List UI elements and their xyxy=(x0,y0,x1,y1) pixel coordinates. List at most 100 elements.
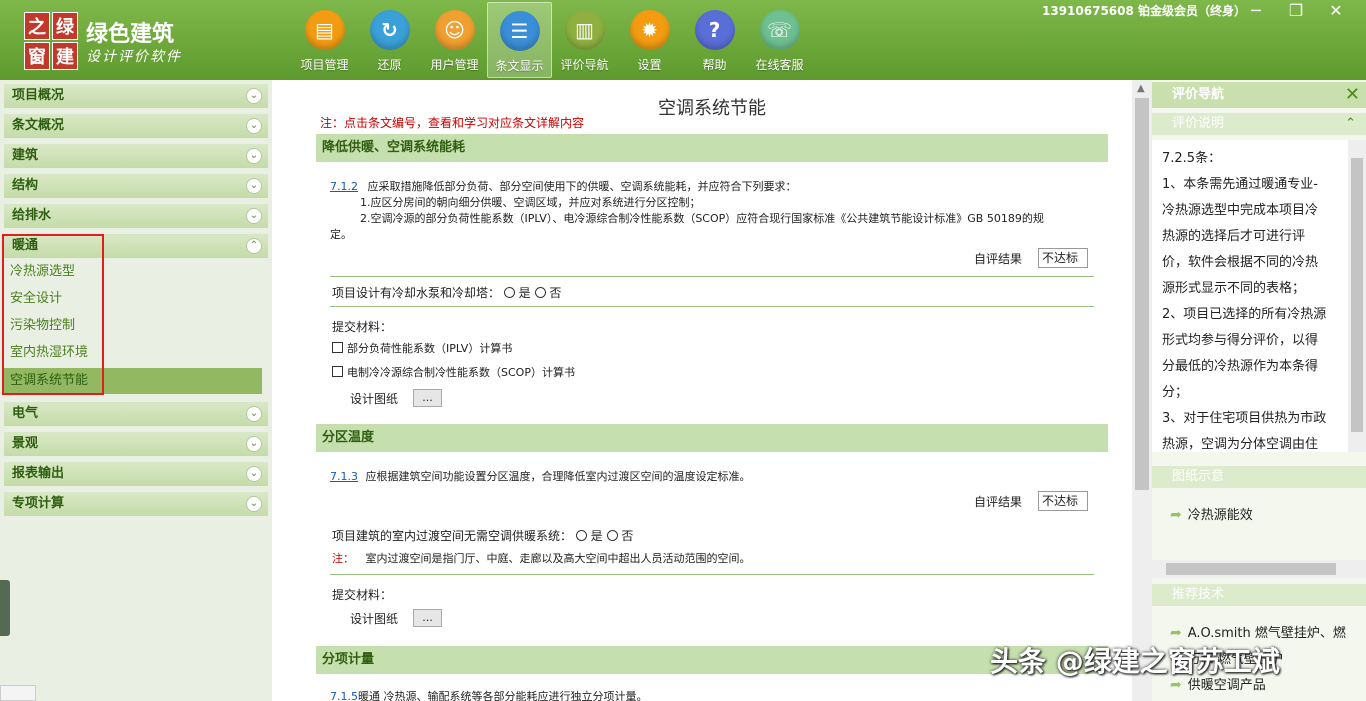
toolbar-button[interactable]: ▥ 评价导航 xyxy=(552,2,617,78)
divider xyxy=(330,306,1094,307)
scroll-thumb[interactable] xyxy=(1351,158,1363,432)
desc-line: 1、本条需先通过暖通专业- xyxy=(1162,177,1318,192)
toolbar-label: 条文显示 xyxy=(495,59,544,73)
radio-yes[interactable] xyxy=(503,287,515,298)
side-drag-handle[interactable] xyxy=(0,580,10,636)
close-icon[interactable]: ✕ xyxy=(1345,82,1360,108)
main-content: 空调系统节能 注：点击条文编号，查看和学习对应条文详解内容 降低供暖、空调系统能… xyxy=(272,80,1132,701)
drawing-link[interactable]: ➦ 冷热源能效 xyxy=(1170,504,1253,523)
chevron-down-icon: ⌄ xyxy=(246,88,262,104)
sidebar-section-plumbing[interactable]: 给排水 ⌄ xyxy=(4,204,268,228)
material-label: 部分负荷性能系数（IPLV）计算书 xyxy=(347,342,513,355)
sidebar-section-structure[interactable]: 结构 ⌄ xyxy=(4,174,268,198)
tool-buttons: ▤ 项目管理 ↻ 还原 ☺ 用户管理 ☰ 条文显示 ▥ 评价导航 ✹ 设置? 帮助 ☏ 在线客服 xyxy=(292,2,812,78)
tech-link[interactable]: ➦ A.O.smith 燃气壁挂炉、燃 xyxy=(1170,622,1346,641)
clause-link[interactable]: 7.1.2 xyxy=(330,180,358,193)
top-toolbar: 之 绿 窗 建 绿色建筑 设计评价软件 ▤ 项目管理 ↻ 还原 ☺ 用户管理 ☰ 条文显示 ▥ 评… xyxy=(0,0,1366,80)
chevron-down-icon: ⌄ xyxy=(246,118,262,134)
tech-heading: 推荐技术 xyxy=(1152,584,1366,606)
radio-no[interactable] xyxy=(606,530,618,541)
chevron-up-icon: ⌃ xyxy=(1345,116,1356,131)
section-label: 报表输出 xyxy=(12,466,65,481)
desc-line: 价，软件会根据不同的冷热 xyxy=(1162,255,1319,270)
section-label: 项目概况 xyxy=(12,88,65,103)
sidebar-section-landscape[interactable]: 景观 ⌄ xyxy=(4,432,268,456)
drawing-label: 设计图纸 xyxy=(350,392,399,406)
book-icon: ▥ xyxy=(564,10,605,50)
clause-link[interactable]: 7.1.3 xyxy=(330,470,358,483)
app-logo: 之 绿 窗 建 绿色建筑 设计评价软件 xyxy=(24,12,194,70)
sidebar-item-indoor-env[interactable]: 室内热湿环境 xyxy=(4,340,262,366)
desc-line: 3、对于住宅项目供热为市政 xyxy=(1162,411,1327,426)
toolbar-button[interactable]: ? 帮助 xyxy=(682,2,747,78)
browse-button[interactable]: ... xyxy=(413,389,442,407)
section-label: 电气 xyxy=(12,406,39,421)
scroll-thumb[interactable] xyxy=(1135,98,1149,490)
sidebar-section-special[interactable]: 专项计算 ⌄ xyxy=(4,492,268,516)
close-window-icon[interactable]: ✕ xyxy=(1316,0,1356,20)
minimize-icon[interactable]: ─ xyxy=(1236,0,1276,20)
maximize-icon[interactable]: ❐ xyxy=(1276,0,1316,20)
sidebar-section-reports[interactable]: 报表输出 ⌄ xyxy=(4,462,268,486)
panel-title: 评价导航 xyxy=(1172,87,1225,102)
clause-link[interactable]: 7.1.5 xyxy=(330,690,358,701)
section-label: 给排水 xyxy=(12,208,52,223)
sidebar-item-heat-source[interactable]: 冷热源选型 xyxy=(4,259,262,285)
watermark: 头条 @绿建之窗苏工斌 xyxy=(990,645,1280,678)
radio-label: 是 xyxy=(518,286,531,300)
sidebar-section-project[interactable]: 项目概况 ⌄ xyxy=(4,84,268,108)
main-scrollbar[interactable]: ▲ xyxy=(1132,80,1152,701)
folder-icon: ▤ xyxy=(304,10,345,50)
scroll-up-icon[interactable]: ▲ xyxy=(1137,83,1145,94)
chevron-down-icon: ⌄ xyxy=(246,496,262,512)
gear-icon: ✹ xyxy=(629,10,670,50)
toolbar-button[interactable]: ✹ 设置 xyxy=(617,2,682,78)
sidebar-section-electrical[interactable]: 电气 ⌄ xyxy=(4,402,268,426)
result-select[interactable]: 不达标 xyxy=(1038,491,1088,511)
radio-label: 是 xyxy=(590,529,603,543)
desc-line: 7.2.5条： xyxy=(1162,151,1222,166)
drawing-scrollbar[interactable] xyxy=(1152,560,1366,578)
radio-no[interactable] xyxy=(534,287,546,298)
desc-line: 冷热源选型中完成本项目冷 xyxy=(1162,203,1319,218)
toolbar-label: 在线客服 xyxy=(755,58,804,72)
sidebar-item-pollutant[interactable]: 污染物控制 xyxy=(4,313,262,339)
panel-heading: 评价导航 ✕ xyxy=(1152,82,1366,108)
checkbox[interactable] xyxy=(332,342,343,353)
section-label: 结构 xyxy=(12,178,39,193)
clause-text: 1.应区分房间的朝向细分供暖、空调区域，并应对系统进行分区控制； xyxy=(360,196,701,209)
checkbox[interactable] xyxy=(332,366,343,377)
toolbar-button[interactable]: ☺ 用户管理 xyxy=(422,2,487,78)
clause-text: 应根据建筑空间功能设置分区温度，合理降低室内过渡区空间的温度设定标准。 xyxy=(365,470,751,483)
chevron-down-icon: ⌄ xyxy=(246,148,262,164)
clipboard-icon: ☰ xyxy=(499,11,540,51)
scroll-thumb[interactable] xyxy=(1166,563,1336,575)
desc-heading[interactable]: 评价说明 ⌃ xyxy=(1152,113,1366,135)
clause-text: 应采取措施降低部分负荷、部分空间使用下的供暖、空调系统能耗，并应符合下列要求： xyxy=(367,180,797,193)
sidebar-section-architecture[interactable]: 建筑 ⌄ xyxy=(4,144,268,168)
section-label: 条文概况 xyxy=(12,118,65,133)
chevron-down-icon: ⌄ xyxy=(246,178,262,194)
browse-button[interactable]: ... xyxy=(413,609,442,627)
sidebar-section-hvac[interactable]: 暖通 ⌃ xyxy=(4,234,268,258)
logo-char: 窗 xyxy=(24,42,50,70)
toolbar-label: 评价导航 xyxy=(560,58,609,72)
toolbar-button[interactable]: ☏ 在线客服 xyxy=(747,2,812,78)
toolbar-button[interactable]: ☰ 条文显示 xyxy=(487,2,552,78)
chevron-down-icon: ⌄ xyxy=(246,406,262,422)
toolbar-button[interactable]: ↻ 还原 xyxy=(357,2,422,78)
sidebar-item-safety[interactable]: 安全设计 xyxy=(4,286,262,312)
divider xyxy=(330,574,1094,575)
logo-char: 绿 xyxy=(52,12,78,40)
right-panel: 评价导航 ✕ 评价说明 ⌃ 7.2.5条： 1、本条需先通过暖通专业- 冷热源选型中… xyxy=(1152,80,1366,701)
status-box xyxy=(0,685,36,701)
desc-scrollbar[interactable] xyxy=(1348,140,1366,452)
restore-icon: ↻ xyxy=(369,10,410,50)
sidebar-section-clauses[interactable]: 条文概况 ⌄ xyxy=(4,114,268,138)
result-select[interactable]: 不达标 xyxy=(1038,248,1088,268)
sidebar-item-ac-energy[interactable]: 空调系统节能 xyxy=(4,368,262,394)
user-icon: ☺ xyxy=(434,10,475,50)
toolbar-button[interactable]: ▤ 项目管理 xyxy=(292,2,357,78)
radio-yes[interactable] xyxy=(575,530,587,541)
page-note: 注：点击条文编号，查看和学习对应条文详解内容 xyxy=(320,116,585,130)
